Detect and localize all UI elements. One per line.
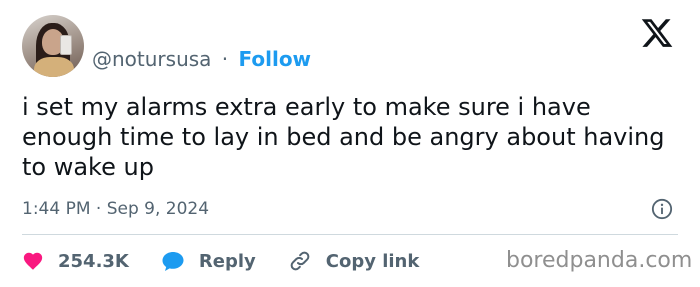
- speech-bubble-icon: [162, 252, 184, 271]
- like-button[interactable]: 254.3K: [22, 250, 129, 272]
- tweet-timestamp[interactable]: 1:44 PM · Sep 9, 2024: [22, 197, 209, 221]
- x-logo-icon[interactable]: [640, 16, 674, 50]
- divider: [22, 234, 678, 235]
- heart-icon: [23, 252, 43, 270]
- copy-link-label: Copy link: [325, 250, 420, 272]
- link-icon: [290, 251, 310, 271]
- avatar-phone: [60, 35, 72, 55]
- watermark: boredpanda.com: [506, 248, 693, 273]
- avatar-body: [34, 57, 74, 77]
- user-handle[interactable]: @notursusa: [92, 47, 211, 71]
- avatar[interactable]: [22, 15, 84, 77]
- follow-button[interactable]: Follow: [239, 47, 312, 71]
- reply-label: Reply: [198, 250, 256, 272]
- reply-button[interactable]: Reply: [161, 250, 256, 272]
- action-bar: 254.3K Reply Copy link: [22, 248, 451, 274]
- copy-link-button[interactable]: Copy link: [288, 249, 420, 273]
- info-icon[interactable]: [651, 198, 673, 220]
- like-count: 254.3K: [58, 250, 129, 272]
- author-row: @notursusa · Follow: [92, 47, 311, 71]
- separator-dot: ·: [221, 47, 229, 71]
- tweet-text: i set my alarms extra early to make sure…: [22, 93, 665, 181]
